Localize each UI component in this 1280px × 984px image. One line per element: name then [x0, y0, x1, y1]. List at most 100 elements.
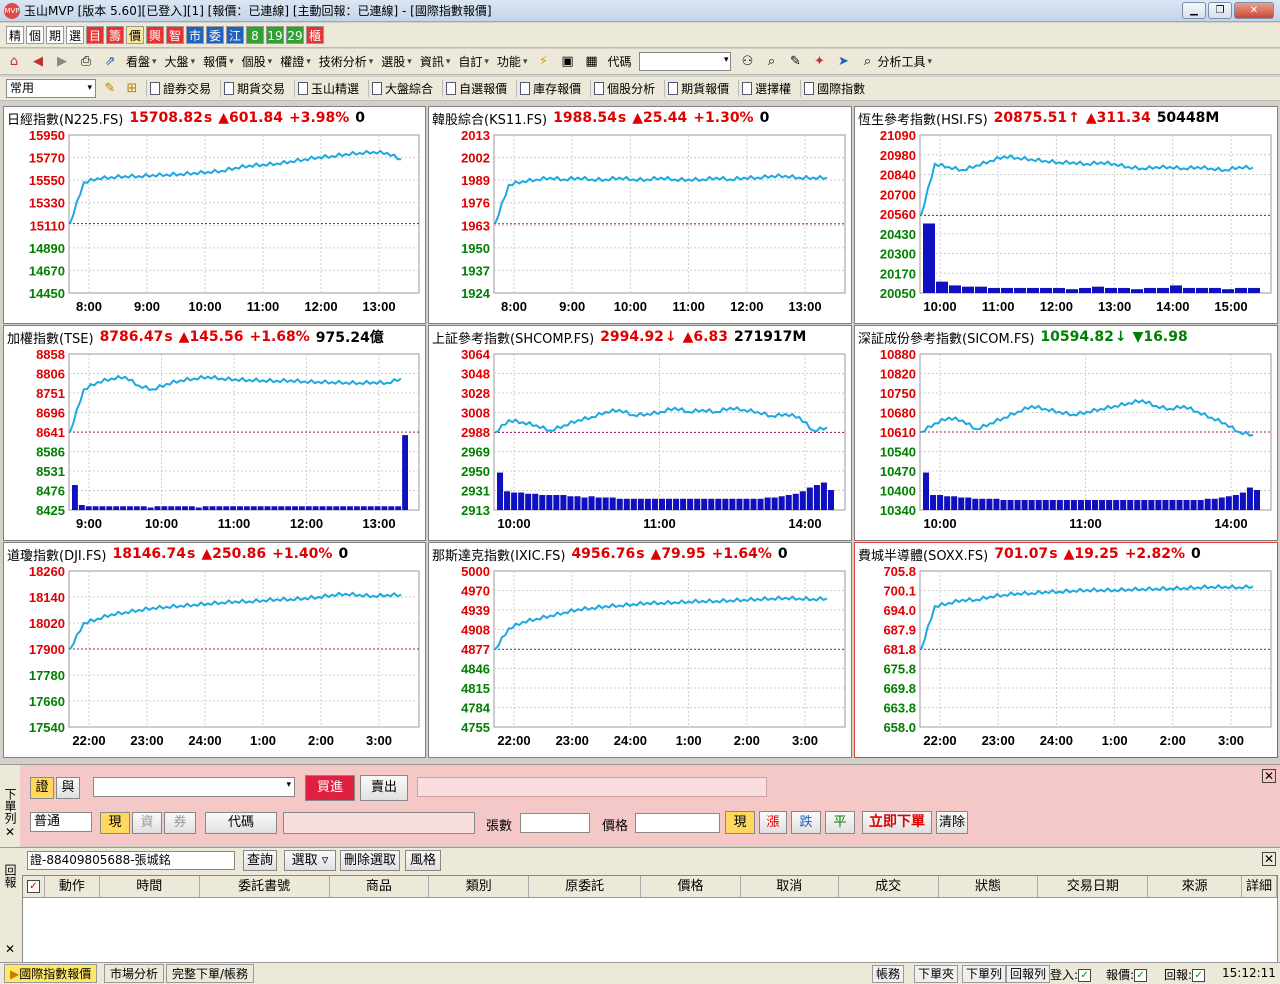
- select-all-checkbox[interactable]: ✓: [23, 876, 45, 897]
- code-field[interactable]: [283, 812, 475, 834]
- calendar-icon[interactable]: ▦: [583, 54, 599, 70]
- index-panel[interactable]: 韓股綜合(KS11.FS) 1988.54 s ▲25.44 +1.30% 0 2013 20…: [428, 106, 852, 324]
- coupon-toggle[interactable]: 券: [164, 812, 196, 834]
- buy-button[interactable]: 買進: [305, 775, 355, 801]
- tools-icon[interactable]: ✎: [787, 54, 803, 70]
- price-stepper[interactable]: [635, 813, 720, 833]
- link-securities[interactable]: 證券交易: [146, 80, 214, 97]
- style-button[interactable]: 風格: [405, 850, 441, 871]
- qbtn-13[interactable]: 19: [266, 26, 284, 44]
- col-detail[interactable]: 詳細: [1242, 876, 1278, 897]
- qbtn-8[interactable]: 智: [166, 26, 184, 44]
- search-icon[interactable]: ⌕: [763, 54, 779, 70]
- sell-button[interactable]: 賣出: [360, 775, 408, 801]
- edit-icon[interactable]: ✎: [102, 81, 118, 97]
- order-folder-button[interactable]: 下單夾: [914, 965, 959, 983]
- report-bar-button[interactable]: 回報列: [1006, 965, 1051, 983]
- link-futures-quote[interactable]: 期貨報價: [664, 80, 732, 97]
- tab-full-order[interactable]: 完整下單/帳務: [166, 964, 255, 983]
- securities-toggle[interactable]: 證: [30, 777, 54, 799]
- menu-stock[interactable]: 個股: [242, 53, 273, 70]
- price-down-button[interactable]: 跌: [791, 811, 821, 834]
- print-icon[interactable]: ⎙: [78, 54, 94, 70]
- index-panel[interactable]: 日經指數(N225.FS) 15708.82 s ▲601.84 +3.98% 0 1595…: [3, 106, 426, 324]
- col-original[interactable]: 原委託: [529, 876, 642, 897]
- index-panel[interactable]: 道瓊指數(DJI.FS) 18146.74 s ▲250.86 +1.40% 0 18260…: [3, 542, 426, 758]
- window-icon[interactable]: ▣: [559, 54, 575, 70]
- report-close-button[interactable]: ✕: [1262, 852, 1276, 866]
- col-cancel[interactable]: 取消: [741, 876, 839, 897]
- col-status[interactable]: 狀態: [939, 876, 1039, 897]
- link-watchlist[interactable]: 自選報價: [442, 80, 510, 97]
- qbtn-11[interactable]: 江: [226, 26, 244, 44]
- menu-function[interactable]: 功能: [497, 53, 528, 70]
- index-panel[interactable]: 上証參考指數(SHCOMP.FS) 2994.92 ↓ ▲6.83 271917M 306…: [428, 325, 852, 541]
- account-select[interactable]: 證-88409805688-張城銘: [27, 851, 235, 870]
- submit-order-button[interactable]: 立即下單: [862, 811, 932, 834]
- link-stock-analysis[interactable]: 個股分析: [590, 80, 658, 97]
- margin-toggle[interactable]: 與: [56, 777, 80, 799]
- col-order-no[interactable]: 委託書號: [200, 876, 330, 897]
- qbtn-3[interactable]: 選: [66, 26, 84, 44]
- link-market[interactable]: 大盤綜合: [368, 80, 436, 97]
- back-icon[interactable]: ◀: [30, 54, 46, 70]
- col-action[interactable]: 動作: [45, 876, 100, 897]
- index-panel[interactable]: 費城半導體(SOXX.FS) 701.07 s ▲19.25 +2.82% 0 705.8 7…: [854, 542, 1278, 758]
- qbtn-7[interactable]: 興: [146, 26, 164, 44]
- qbtn-6[interactable]: 價: [126, 26, 144, 44]
- qbtn-9[interactable]: 市: [186, 26, 204, 44]
- order-close-button[interactable]: ✕: [1262, 769, 1276, 783]
- qbtn-10[interactable]: 委: [206, 26, 224, 44]
- report-close-icon[interactable]: ✕: [5, 942, 15, 956]
- lightning-icon[interactable]: ⚡: [535, 54, 551, 70]
- fund-toggle[interactable]: 資: [132, 812, 162, 834]
- select-button[interactable]: 選取 ▿: [284, 850, 336, 871]
- link-options[interactable]: 選擇權: [738, 80, 794, 97]
- menu-custom[interactable]: 自訂: [458, 53, 489, 70]
- index-panel[interactable]: 深証成份參考指數(SICOM.FS) 10594.82 ↓ ▼16.98 10880 10…: [854, 325, 1278, 541]
- col-trade-date[interactable]: 交易日期: [1038, 876, 1149, 897]
- alert-icon[interactable]: ✦: [811, 54, 827, 70]
- col-time[interactable]: 時間: [100, 876, 200, 897]
- qbtn-14[interactable]: 29: [286, 26, 304, 44]
- qbtn-12[interactable]: 8: [246, 26, 264, 44]
- menu-watch[interactable]: 看盤: [126, 53, 157, 70]
- menu-quote[interactable]: 報價: [203, 53, 234, 70]
- cash-toggle[interactable]: 現: [100, 812, 130, 834]
- qbtn-2[interactable]: 期: [46, 26, 64, 44]
- order-bar-button[interactable]: 下單列: [962, 965, 1007, 983]
- preset-select[interactable]: 常用: [6, 79, 96, 98]
- qbtn-5[interactable]: 籌: [106, 26, 124, 44]
- order-type-select[interactable]: 普通: [30, 812, 92, 832]
- index-panel[interactable]: 加權指數(TSE) 8786.47 s ▲145.56 +1.68% 975.24億 885…: [3, 325, 426, 541]
- order-close-icon[interactable]: ✕: [5, 825, 15, 839]
- menu-analysis[interactable]: ⌕ 分析工具: [859, 53, 932, 70]
- menu-screen[interactable]: 選股: [381, 53, 412, 70]
- close-button[interactable]: ✕: [1234, 2, 1274, 19]
- tab-market-analysis[interactable]: 市場分析: [104, 964, 165, 983]
- index-panel[interactable]: 恆生參考指數(HSI.FS) 20875.51 ↑ ▲311.34 50448M 2109…: [854, 106, 1278, 324]
- tab-intl-index[interactable]: ▶國際指數報價: [4, 964, 98, 983]
- menu-market[interactable]: 大盤: [165, 53, 196, 70]
- menu-info[interactable]: 資訊: [420, 53, 451, 70]
- qty-stepper[interactable]: [520, 813, 590, 833]
- account-button[interactable]: 帳務: [872, 965, 905, 983]
- clear-button[interactable]: 清除: [936, 811, 968, 834]
- col-price[interactable]: 價格: [641, 876, 741, 897]
- price-up-button[interactable]: 漲: [759, 811, 787, 834]
- link-picks[interactable]: 玉山精選: [294, 80, 362, 97]
- link-intl-index[interactable]: 國際指數: [800, 80, 868, 97]
- code-button[interactable]: 代碼: [205, 812, 277, 834]
- binoculars-icon[interactable]: ⚇: [739, 54, 755, 70]
- index-panel[interactable]: 那斯達克指數(IXIC.FS) 4956.76 s ▲79.95 +1.64% 0 5000…: [428, 542, 852, 758]
- col-category[interactable]: 類別: [429, 876, 530, 897]
- menu-warrant[interactable]: 權證: [280, 53, 311, 70]
- qbtn-0[interactable]: 精: [6, 26, 24, 44]
- home-icon[interactable]: ⌂: [6, 54, 22, 70]
- col-source[interactable]: 來源: [1148, 876, 1243, 897]
- link-futures[interactable]: 期貨交易: [220, 80, 288, 97]
- add-icon[interactable]: ⊞: [124, 81, 140, 97]
- maximize-button[interactable]: ❐: [1208, 2, 1232, 19]
- popout-icon[interactable]: ⇗: [102, 54, 118, 70]
- menu-tech[interactable]: 技術分析: [319, 53, 374, 70]
